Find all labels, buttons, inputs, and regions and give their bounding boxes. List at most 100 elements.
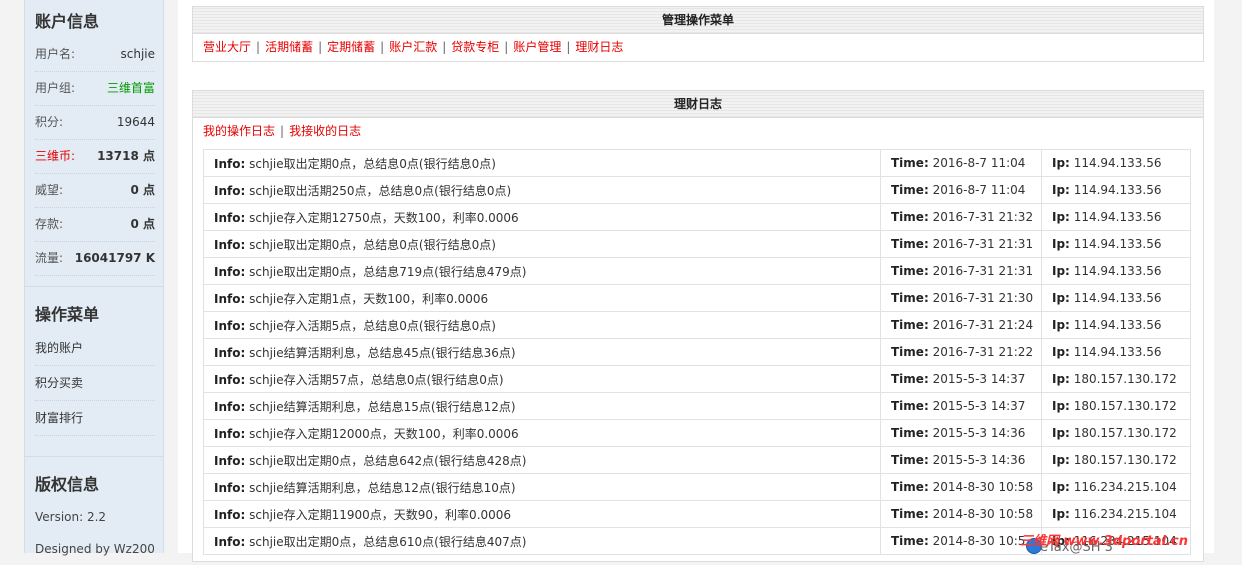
log-ip-cell: Ip: 180.157.130.172 (1041, 365, 1191, 393)
sidebar-menu-item[interactable]: 我的账户 (35, 331, 155, 366)
sidebar-menu-item[interactable]: 财富排行 (35, 401, 155, 436)
log-ip-cell: Ip: 114.94.133.56 (1041, 149, 1191, 177)
ip-label: Ip: (1052, 426, 1070, 440)
log-row: Info: schjie存入定期11900点，天数90，利率0.0006 Time… (203, 500, 1191, 528)
ip-label: Ip: (1052, 399, 1070, 413)
sidebar-menu-item[interactable]: 积分买卖 (35, 366, 155, 401)
time-label: Time: (891, 453, 929, 467)
log-row: Info: schjie结算活期利息，总结息12点(银行结息10点) Time: … (203, 473, 1191, 501)
log-info-cell: Info: schjie存入定期11900点，天数90，利率0.0006 (203, 500, 881, 528)
log-row: Info: schjie取出活期250点，总结息0点(银行结息0点) Time: … (203, 176, 1191, 204)
time-value: 2014-8-30 10:58 (932, 507, 1034, 521)
ip-value: 180.157.130.172 (1073, 453, 1177, 467)
log-ip-cell: Ip: 180.157.130.172 (1041, 392, 1191, 420)
log-tab-link[interactable]: 我接收的日志 (289, 124, 361, 138)
log-row: Info: schjie结算活期利息，总结息45点(银行结息36点) Time: … (203, 338, 1191, 366)
ip-label: Ip: (1052, 453, 1070, 467)
info-value: schjie取出活期250点，总结息0点(银行结息0点) (249, 183, 512, 198)
log-info-cell: Info: schjie存入定期12000点，天数100，利率0.0006 (203, 419, 881, 447)
info-label: Info: (214, 264, 246, 279)
time-label: Time: (891, 480, 929, 494)
menu-link[interactable]: 定期储蓄 (327, 40, 375, 54)
account-row-label: 积分: (35, 115, 64, 129)
time-value: 2016-8-7 11:04 (932, 156, 1026, 170)
account-row: 三维币: 13718 点 (35, 140, 155, 174)
log-ip-cell: Ip: 114.94.133.56 (1041, 230, 1191, 258)
info-value: schjie取出定期0点，总结息0点(银行结息0点) (249, 237, 496, 252)
info-value: schjie取出定期0点，总结息0点(银行结息0点) (249, 156, 496, 171)
log-time-cell: Time: 2014-8-30 10:58 (880, 473, 1042, 501)
link-separator: | (280, 124, 285, 138)
log-time-cell: Time: 2014-8-30 10:5 (880, 527, 1042, 555)
watermark-text: 三维网 www.3dportal.cn (1020, 534, 1189, 549)
menu-link[interactable]: 贷款专柜 (451, 40, 499, 54)
info-label: Info: (214, 534, 246, 549)
log-row: Info: schjie存入定期12000点，天数100，利率0.0006 Tim… (203, 419, 1191, 447)
time-label: Time: (891, 399, 929, 413)
log-row: Info: schjie存入定期12750点，天数100，利率0.0006 Tim… (203, 203, 1191, 231)
log-time-cell: Time: 2016-7-31 21:32 (880, 203, 1042, 231)
log-row: Info: schjie取出定期0点，总结息642点(银行结息428点) Time… (203, 446, 1191, 474)
link-separator: | (504, 40, 509, 54)
menu-link[interactable]: 营业大厅 (203, 40, 251, 54)
ip-label: Ip: (1052, 264, 1070, 278)
log-time-cell: Time: 2016-7-31 21:31 (880, 230, 1042, 258)
ip-value: 114.94.133.56 (1073, 291, 1162, 305)
ip-label: Ip: (1052, 183, 1070, 197)
log-info-cell: Info: schjie存入活期5点，总结息0点(银行结息0点) (203, 311, 881, 339)
log-info-cell: Info: schjie存入定期1点，天数100，利率0.0006 (203, 284, 881, 312)
ip-value: 116.234.215.104 (1073, 480, 1177, 494)
info-value: schjie取出定期0点，总结息610点(银行结息407点) (249, 534, 527, 549)
time-label: Time: (891, 291, 929, 305)
log-info-cell: Info: schjie结算活期利息，总结息12点(银行结息10点) (203, 473, 881, 501)
menu-link[interactable]: 账户汇款 (389, 40, 437, 54)
info-value: schjie存入定期12000点，天数100，利率0.0006 (249, 426, 519, 441)
menu-link[interactable]: 账户管理 (513, 40, 561, 54)
account-row-label: 用户组: (35, 81, 76, 95)
time-value: 2016-7-31 21:31 (932, 264, 1034, 278)
log-info-cell: Info: schjie取出定期0点，总结息719点(银行结息479点) (203, 257, 881, 285)
info-value: schjie存入定期1点，天数100，利率0.0006 (249, 291, 489, 306)
account-row-value: 19644 (116, 115, 155, 129)
log-info-cell: Info: schjie存入活期57点，总结息0点(银行结息0点) (203, 365, 881, 393)
ip-label: Ip: (1052, 291, 1070, 305)
account-row-value: 0 点 (130, 183, 155, 197)
account-row: 用户名: schjie (35, 38, 155, 72)
info-label: Info: (214, 183, 246, 198)
ip-value: 114.94.133.56 (1073, 318, 1162, 332)
operation-menu-title: 操作菜单 (35, 305, 100, 324)
log-info-cell: Info: schjie取出定期0点，总结息642点(银行结息428点) (203, 446, 881, 474)
link-separator: | (256, 40, 261, 54)
ip-label: Ip: (1052, 507, 1070, 521)
time-label: Time: (891, 534, 929, 548)
info-label: Info: (214, 399, 246, 414)
account-row-value: 13718 点 (97, 149, 155, 163)
menu-link[interactable]: 理财日志 (575, 40, 623, 54)
account-row-label: 三维币: (35, 149, 76, 163)
account-row: 流量: 16041797 K (35, 242, 155, 276)
info-label: Info: (214, 426, 246, 441)
menu-panel-title: 管理操作菜单 (193, 7, 1203, 34)
info-value: schjie存入活期5点，总结息0点(银行结息0点) (249, 318, 496, 333)
info-value: schjie取出定期0点，总结息719点(银行结息479点) (249, 264, 527, 279)
account-row-label: 存款: (35, 217, 64, 231)
log-ip-cell: Ip: 180.157.130.172 (1041, 419, 1191, 447)
time-value: 2016-7-31 21:31 (932, 237, 1034, 251)
log-ip-cell: Ip: 114.94.133.56 (1041, 338, 1191, 366)
log-ip-cell: Ip: 180.157.130.172 (1041, 446, 1191, 474)
time-value: 2014-8-30 10:58 (932, 480, 1034, 494)
info-label: Info: (214, 345, 246, 360)
time-value: 2015-5-3 14:36 (932, 453, 1026, 467)
log-tab-link[interactable]: 我的操作日志 (203, 124, 275, 138)
log-ip-cell: Ip: 114.94.133.56 (1041, 176, 1191, 204)
time-value: 2015-5-3 14:37 (932, 372, 1026, 386)
log-panel-title: 理财日志 (193, 91, 1203, 118)
ip-label: Ip: (1052, 237, 1070, 251)
info-label: Info: (214, 480, 246, 495)
account-row-label: 用户名: (35, 47, 76, 61)
log-info-cell: Info: schjie取出定期0点，总结息610点(银行结息407点) (203, 527, 881, 555)
ip-value: 114.94.133.56 (1073, 156, 1162, 170)
log-ip-cell: Ip: 116.234.215.104 (1041, 473, 1191, 501)
menu-link[interactable]: 活期储蓄 (265, 40, 313, 54)
log-ip-cell: Ip: 114.94.133.56 (1041, 203, 1191, 231)
